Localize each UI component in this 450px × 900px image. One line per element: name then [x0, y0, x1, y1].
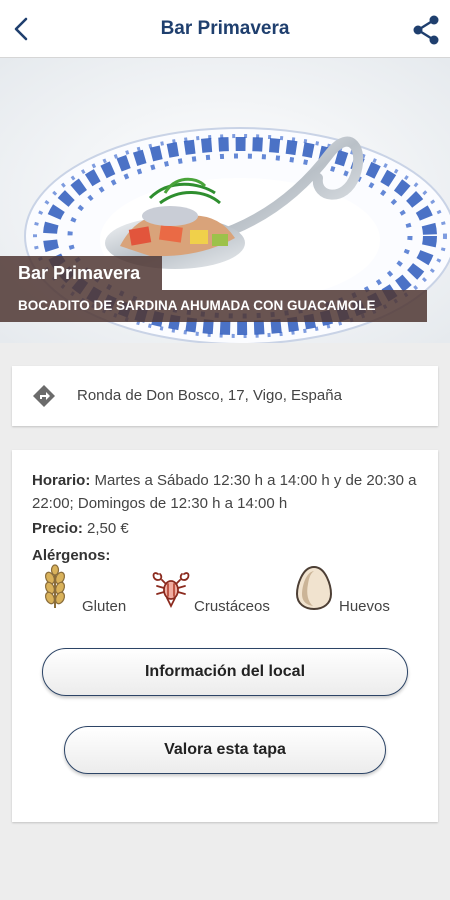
allergen-label: Crustáceos	[194, 598, 270, 615]
price-line: Precio: 2,50 €	[32, 517, 420, 540]
hero-bar-name: Bar Primavera	[0, 256, 163, 290]
share-icon	[413, 15, 439, 45]
price-value: 2,50 €	[82, 520, 129, 537]
egg-icon	[295, 565, 333, 610]
rate-tapa-button[interactable]: Valora esta tapa	[64, 726, 386, 774]
dish-photo: Bar Primavera BOCADITO DE SARDINA AHUMAD…	[0, 58, 450, 343]
price-label: Precio:	[32, 520, 83, 537]
schedule-value: Martes a Sábado 12:30 h a 14:00 h y de 2…	[32, 472, 417, 512]
address-text: Ronda de Don Bosco, 17, Vigo, España	[77, 387, 342, 404]
venue-info-button[interactable]: Información del local	[42, 648, 408, 696]
address-card[interactable]: Ronda de Don Bosco, 17, Vigo, España	[12, 366, 438, 426]
schedule-line: Horario: Martes a Sábado 12:30 h a 14:00…	[32, 469, 420, 515]
hero-dish-name: BOCADITO DE SARDINA AHUMADA CON GUACAMOL…	[0, 290, 427, 322]
lobster-icon	[152, 572, 190, 609]
allergen-label: Huevos	[339, 598, 390, 615]
tapa-details-card: Horario: Martes a Sábado 12:30 h a 14:00…	[12, 450, 438, 822]
share-button[interactable]	[408, 12, 444, 48]
back-button[interactable]	[4, 10, 40, 48]
directions-icon	[33, 385, 55, 407]
wheat-icon	[44, 564, 66, 608]
allergens-heading: Alérgenos:	[32, 547, 111, 564]
schedule-label: Horario:	[32, 472, 91, 489]
page-title: Bar Primavera	[160, 18, 290, 39]
allergen-list: Gluten Crustáceos Huevos	[38, 564, 428, 620]
chevron-left-icon	[14, 17, 28, 41]
allergen-label: Gluten	[82, 598, 127, 615]
app-header: Bar Primavera	[0, 0, 450, 58]
